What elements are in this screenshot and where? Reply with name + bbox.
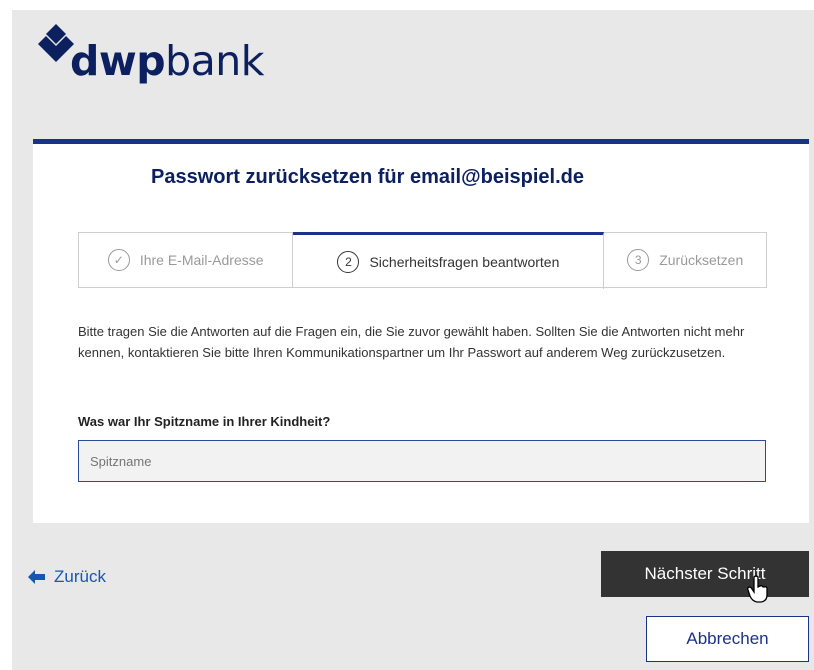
next-step-button[interactable]: Nächster Schritt	[601, 551, 809, 597]
brand-name-bold: dwp	[70, 37, 166, 85]
security-answer-input[interactable]	[78, 440, 766, 482]
step-reset: 3 Zurücksetzen	[604, 233, 766, 287]
arrow-left-icon	[28, 570, 45, 584]
cancel-button[interactable]: Abbrechen	[646, 616, 809, 662]
step-email: ✓ Ihre E-Mail-Adresse	[79, 233, 294, 287]
step-label: Ihre E-Mail-Adresse	[139, 252, 264, 268]
back-label: Zurück	[54, 567, 106, 586]
brand-name-light: bank	[165, 37, 264, 85]
reset-card: Passwort zurücksetzen für email@beispiel…	[33, 139, 809, 523]
step-label: Sicherheitsfragen beantworten	[369, 254, 560, 270]
step-number: 2	[337, 251, 360, 273]
step-label: Zurücksetzen	[659, 252, 744, 268]
step-indicator: ✓ Ihre E-Mail-Adresse 2 Sicherheitsfrage…	[78, 232, 767, 289]
step-security-questions: 2 Sicherheitsfragen beantworten	[293, 232, 605, 289]
security-question-label: Was war Ihr Spitzname in Ihrer Kindheit?	[78, 414, 331, 429]
brand-wordmark: dwpbank	[70, 36, 264, 86]
instructions-text: Bitte tragen Sie die Antworten auf die F…	[78, 324, 745, 360]
check-icon: ✓	[107, 249, 130, 271]
back-link[interactable]: Zurück	[28, 567, 106, 587]
step-number: 3	[627, 249, 650, 271]
hand-cursor-icon	[747, 575, 768, 603]
page-title: Passwort zurücksetzen für email@beispiel…	[151, 166, 584, 188]
